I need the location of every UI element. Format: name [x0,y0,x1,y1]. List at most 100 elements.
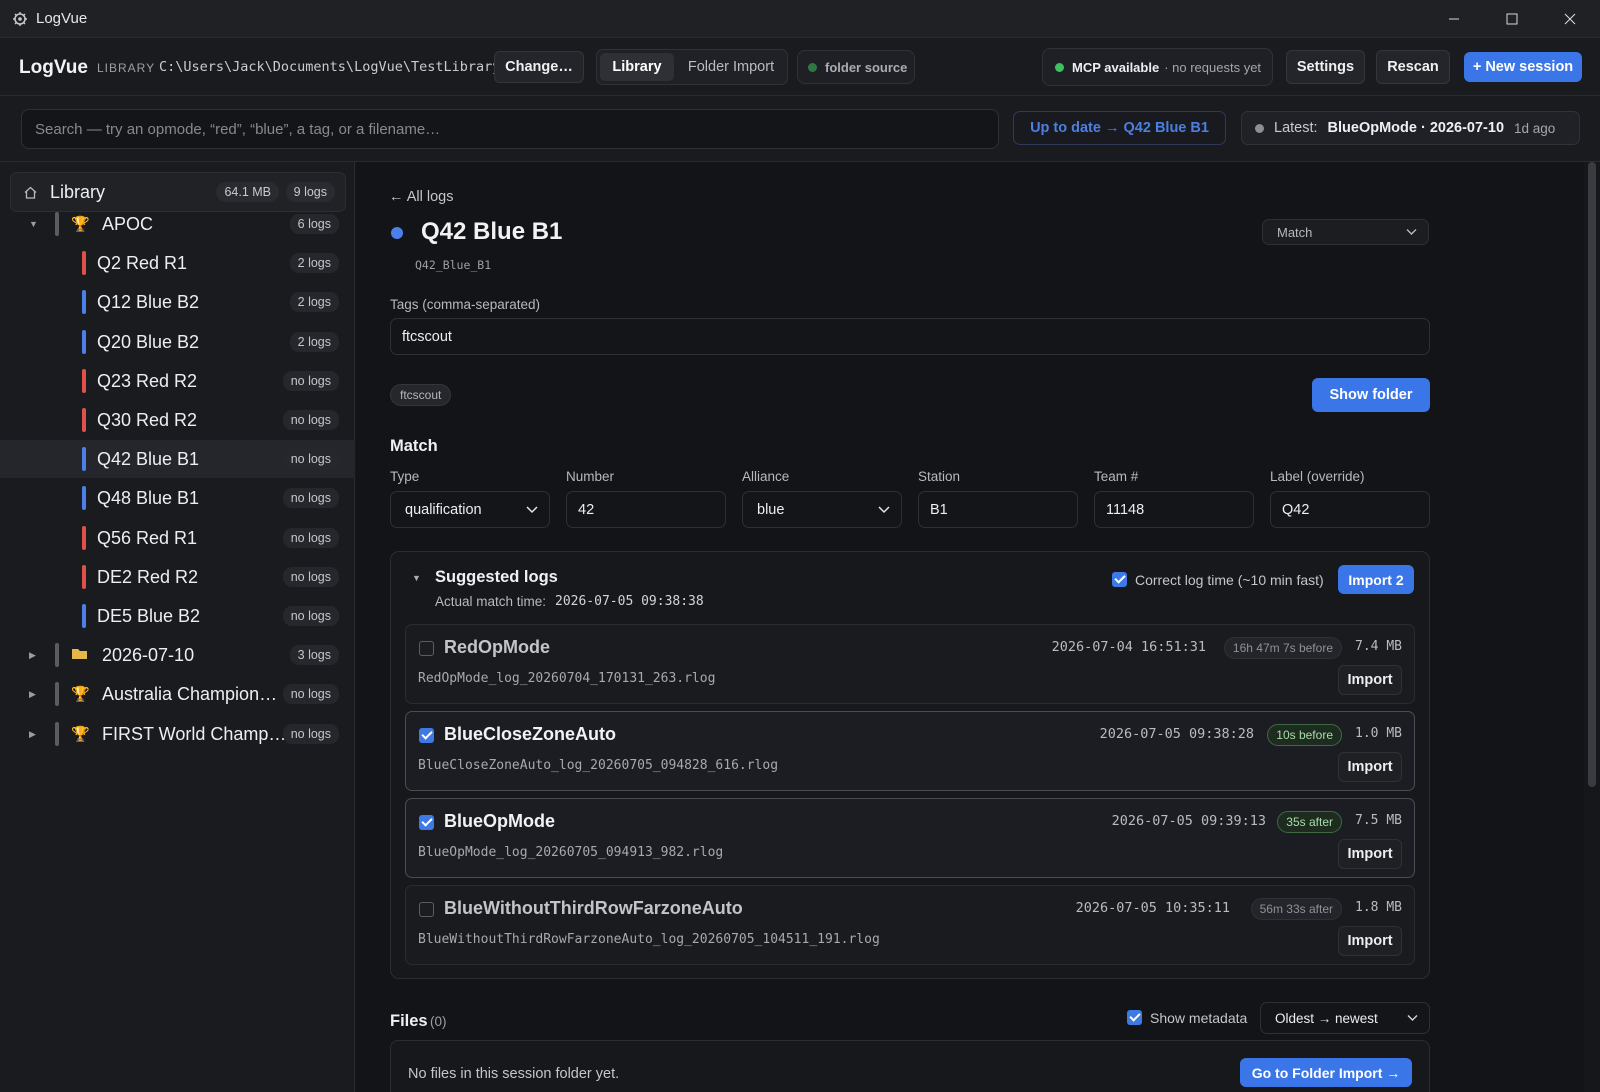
type-select[interactable]: qualification [390,491,550,528]
tab-folder-import[interactable]: Folder Import [677,53,785,81]
change-library-button[interactable]: Change… [494,51,584,83]
home-icon [24,186,37,199]
tree-item-label: Q2 Red R1 [97,252,188,273]
alliance-select[interactable]: blue [742,491,902,528]
files-empty-message: No files in this session folder yet. [408,1066,620,1082]
suggested-log-card[interactable]: BlueCloseZoneAuto BlueCloseZoneAuto_log_2… [405,711,1415,791]
back-to-all-logs-link[interactable]: ← All logs [389,189,453,205]
source-status: folder source [797,50,915,84]
session-kind-select[interactable]: Match [1262,219,1429,245]
sidebar-item-de5-blue-b2[interactable]: DE5 Blue B2 no logs [0,597,355,635]
minimize-icon [1449,18,1459,20]
new-session-button[interactable]: + New session [1464,52,1582,82]
log-filename: BlueWithoutThirdRowFarzoneAuto_log_20260… [418,932,880,947]
chevron-down-icon [1407,1015,1418,1021]
alliance-label: Alliance [742,469,790,484]
sidebar-item-q2-red-r1[interactable]: Q2 Red R1 2 logs [0,244,355,282]
tree-item-label: Q20 Blue B2 [97,331,200,352]
sidebar-item-q23-red-r2[interactable]: Q23 Red R2 no logs [0,362,355,400]
settings-button[interactable]: Settings [1286,50,1365,84]
tags-input[interactable]: ftcscout [390,318,1430,355]
log-select-checkbox[interactable] [419,902,434,917]
suggested-log-card[interactable]: RedOpMode RedOpMode_log_20260704_170131_2… [405,624,1415,704]
alliance-value: blue [757,501,785,518]
import-log-button[interactable]: Import [1338,665,1402,695]
sidebar-item-q48-blue-b1[interactable]: Q48 Blue B1 no logs [0,479,355,517]
log-select-checkbox[interactable] [419,815,434,830]
window-title: LogVue [36,10,88,27]
sidebar-item-q56-red-r1[interactable]: Q56 Red R1 no logs [0,519,355,557]
caret-down-icon[interactable]: ▼ [29,219,38,229]
library-size-badge: 64.1 MB [216,182,279,202]
alliance-bar [82,369,86,393]
session-title: Q42 Blue B1 [421,218,563,245]
correct-log-time-checkbox[interactable] [1112,572,1127,587]
go-to-folder-import-button[interactable]: Go to Folder Import → [1240,1058,1412,1087]
show-folder-button[interactable]: Show folder [1312,378,1430,412]
minimize-button[interactable] [1425,0,1483,38]
close-window-button[interactable] [1541,0,1599,38]
log-count-badge: no logs [282,410,339,430]
latest-value: BlueOpMode · 2026-07-10 [1327,120,1505,136]
log-count-badge: no logs [282,371,339,391]
search-input[interactable] [21,109,999,149]
collapse-caret-icon[interactable]: ▼ [412,573,421,583]
caret-right-icon[interactable]: ▶ [29,650,36,661]
sidebar-item-q20-blue-b2[interactable]: Q20 Blue B2 2 logs [0,323,355,361]
mcp-status: MCP available · no requests yet [1042,48,1273,86]
import-log-button[interactable]: Import [1338,926,1402,956]
up-to-date-button[interactable]: Up to date → Q42 Blue B1 [1013,111,1226,145]
latest-log-indicator[interactable]: Latest: BlueOpMode · 2026-07-10 1d ago [1241,111,1580,145]
sidebar-item-q42-blue-b1[interactable]: Q42 Blue B1 no logs [0,440,355,478]
suggested-log-card[interactable]: BlueOpMode BlueOpMode_log_20260705_094913… [405,798,1415,878]
app-header: LogVue LIBRARY C:\Users\Jack\Documents\L… [0,38,1600,96]
show-metadata-checkbox[interactable] [1127,1010,1142,1025]
latest-dot [1255,123,1264,133]
tags-input-value: ftcscout [402,328,452,345]
sidebar-item-apoc[interactable]: ▼ 🏆 APOC 6 logs [0,205,355,243]
log-opmode-name: RedOpMode [444,637,550,657]
tree-item-label: DE5 Blue B2 [97,605,201,626]
tag-chip[interactable]: ftcscout [390,384,452,406]
sidebar-item-2026-07-10[interactable]: ▶ 2026-07-10 3 logs [0,636,355,674]
alliance-bar [82,251,86,275]
suggested-logs-title: Suggested logs [435,568,558,586]
sidebar-item-q12-blue-b2[interactable]: Q12 Blue B2 2 logs [0,283,355,321]
sidebar-item-de2-red-r2[interactable]: DE2 Red R2 no logs [0,558,355,596]
log-count-badge: no logs [282,528,339,548]
actual-match-time-label: Actual match time: [435,594,547,609]
sidebar-item-q30-red-r2[interactable]: Q30 Red R2 no logs [0,401,355,439]
caret-right-icon[interactable]: ▶ [29,689,36,700]
log-size: 1.8 MB [1355,900,1402,915]
rescan-button[interactable]: Rescan [1376,50,1450,84]
import-log-button[interactable]: Import [1338,839,1402,869]
log-select-checkbox[interactable] [419,728,434,743]
import-log-button[interactable]: Import [1338,752,1402,782]
label-override-input[interactable]: Q42 [1270,491,1430,528]
mcp-detail: · no requests yet [1164,59,1262,75]
maximize-button[interactable] [1483,0,1541,38]
sidebar-item-first-world-champ[interactable]: ▶ 🏆 FIRST World Champ… no logs [0,715,355,753]
log-opmode-name: BlueWithoutThirdRowFarzoneAuto [444,898,743,918]
library-count-badge: 9 logs [285,182,335,202]
mcp-status-text: MCP available [1072,59,1160,75]
import-selected-button[interactable]: Import 2 [1338,565,1414,594]
log-select-checkbox[interactable] [419,641,434,656]
sidebar-item-australia-champion[interactable]: ▶ 🏆 Australia Champion… no logs [0,675,355,713]
main-scrollbar[interactable] [1588,162,1596,787]
caret-right-icon[interactable]: ▶ [29,729,36,740]
suggested-log-card[interactable]: BlueWithoutThirdRowFarzoneAuto BlueWithou… [405,885,1415,965]
station-value: B1 [930,501,948,518]
log-count-badge: 2 logs [289,292,339,312]
label-override-label: Label (override) [1270,469,1365,484]
number-input[interactable]: 42 [566,491,726,528]
team-value: 11148 [1106,501,1145,518]
trophy-icon: 🏆 [71,686,90,703]
tree-item-label: Q48 Blue B1 [97,487,200,508]
station-input[interactable]: B1 [918,491,1078,528]
files-sort-select[interactable]: Oldest → newest [1260,1002,1430,1034]
tab-library[interactable]: Library [600,53,674,81]
log-count-badge: no logs [282,724,339,744]
log-count-badge: no logs [282,684,339,704]
team-input[interactable]: 11148 [1094,491,1254,528]
